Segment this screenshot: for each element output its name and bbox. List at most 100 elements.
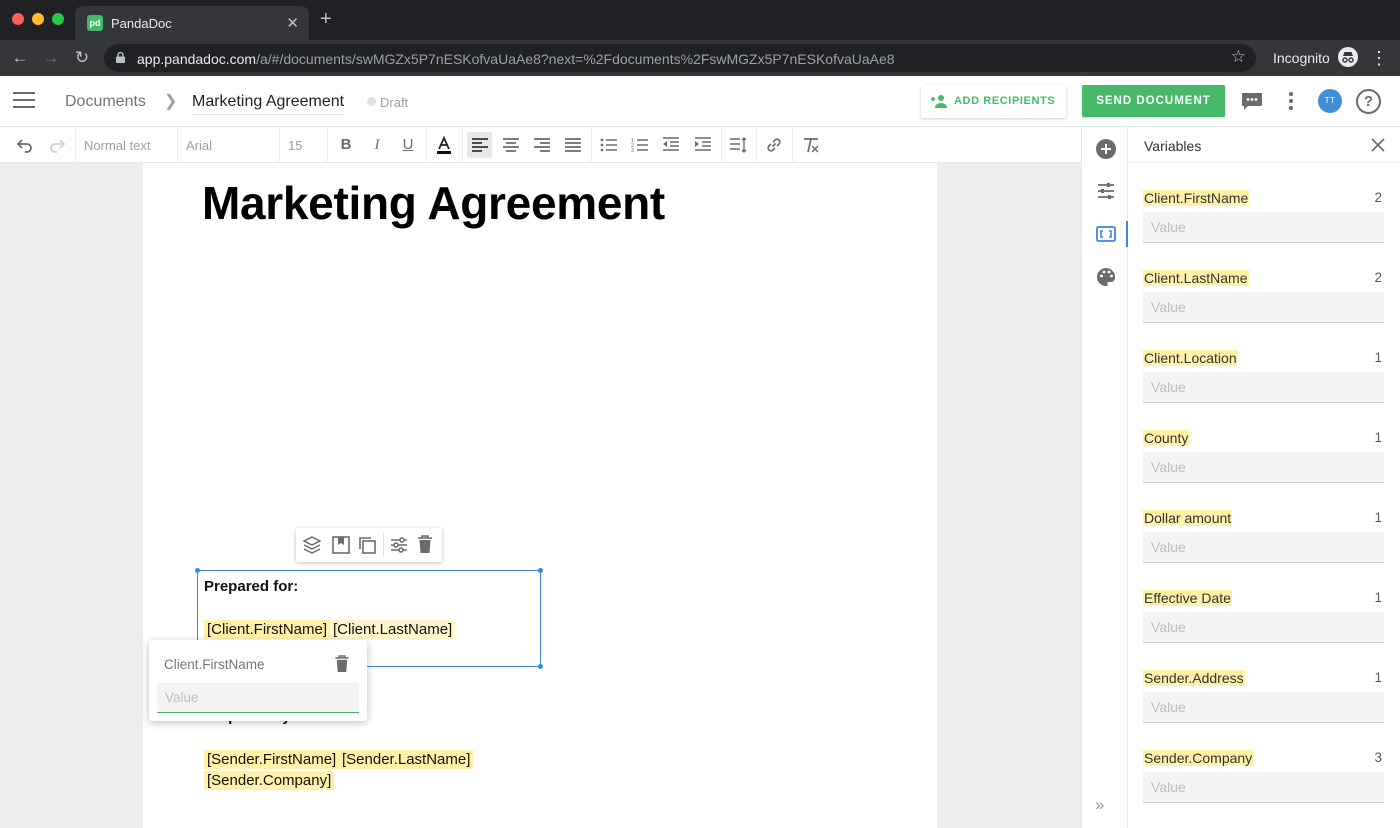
line-spacing-icon[interactable] bbox=[729, 136, 747, 154]
window-zoom-button[interactable] bbox=[52, 13, 64, 25]
svg-text:3: 3 bbox=[631, 148, 634, 154]
variable-value-input[interactable] bbox=[1143, 292, 1384, 323]
variable-token[interactable]: [Sender.LastName] bbox=[339, 750, 474, 769]
variables-icon[interactable] bbox=[1095, 223, 1117, 245]
bookmark-block-icon[interactable] bbox=[332, 535, 350, 555]
add-person-icon bbox=[931, 95, 947, 108]
variable-token[interactable]: [Client.FirstName] bbox=[204, 620, 331, 639]
document-canvas: Marketing Agreement Prepared for: [Clien… bbox=[0, 163, 1081, 828]
forward-icon[interactable]: → bbox=[39, 46, 63, 70]
bulleted-list-icon[interactable] bbox=[600, 136, 618, 154]
block-toolbar bbox=[296, 528, 442, 562]
variable-usage-count: 1 bbox=[1374, 510, 1382, 525]
popover-variable-name: Client.FirstName bbox=[164, 657, 265, 672]
outdent-icon[interactable] bbox=[662, 136, 680, 154]
browser-tab[interactable]: pd PandaDoc ✕ bbox=[75, 6, 309, 40]
resize-handle[interactable] bbox=[195, 568, 200, 573]
lock-icon bbox=[116, 52, 125, 63]
font-family-select[interactable]: Arial bbox=[186, 138, 212, 153]
italic-icon[interactable]: I bbox=[368, 136, 386, 154]
bookmark-star-icon[interactable]: ☆ bbox=[1231, 47, 1246, 67]
add-content-icon[interactable] bbox=[1095, 138, 1117, 160]
add-recipients-button[interactable]: ADD RECIPIENTS bbox=[921, 85, 1066, 118]
undo-icon[interactable] bbox=[16, 136, 34, 154]
toolbar-divider bbox=[792, 127, 793, 163]
new-tab-icon[interactable]: + bbox=[320, 9, 332, 29]
align-right-icon[interactable] bbox=[533, 136, 551, 154]
variable-value-input[interactable] bbox=[1143, 452, 1384, 483]
variable-token[interactable]: [Client.LastName] bbox=[330, 620, 456, 639]
url-host: app.pandadoc.com bbox=[137, 51, 257, 67]
variable-value-input[interactable] bbox=[1143, 212, 1384, 243]
back-icon[interactable]: ← bbox=[8, 46, 32, 70]
incognito-icon[interactable] bbox=[1338, 47, 1358, 67]
layers-icon[interactable] bbox=[302, 535, 322, 555]
align-center-icon[interactable] bbox=[502, 136, 520, 154]
variable-usage-count: 1 bbox=[1374, 350, 1382, 365]
popover-value-input[interactable] bbox=[157, 683, 359, 713]
address-bar[interactable]: app.pandadoc.com/a/#/documents/swMGZx5P7… bbox=[104, 44, 1256, 72]
resize-handle[interactable] bbox=[538, 664, 543, 669]
text-style-select[interactable]: Normal text bbox=[84, 138, 150, 153]
comments-icon[interactable] bbox=[1241, 92, 1263, 110]
block-toolbar-divider bbox=[383, 533, 384, 557]
variable-value-input[interactable] bbox=[1143, 532, 1384, 563]
browser-menu-icon[interactable]: ⋮ bbox=[1370, 46, 1388, 70]
tab-title: PandaDoc bbox=[111, 16, 172, 31]
align-justify-icon[interactable] bbox=[564, 136, 582, 154]
underline-icon[interactable]: U bbox=[399, 136, 417, 154]
document-title-field[interactable]: Marketing Agreement bbox=[192, 93, 345, 115]
sidebar-rail: » bbox=[1081, 127, 1128, 828]
collapse-panel-icon[interactable]: » bbox=[1095, 795, 1105, 815]
variable-name: Sender.Address bbox=[1143, 670, 1245, 686]
trash-icon[interactable] bbox=[417, 535, 433, 554]
send-document-button[interactable]: SEND DOCUMENT bbox=[1082, 85, 1225, 117]
close-icon[interactable] bbox=[1370, 137, 1386, 153]
palette-icon[interactable] bbox=[1095, 266, 1117, 288]
variable-value-input[interactable] bbox=[1143, 692, 1384, 723]
prepared-for-label: Prepared for: bbox=[204, 578, 299, 595]
toolbar-divider bbox=[279, 127, 280, 163]
variable-value-input[interactable] bbox=[1143, 372, 1384, 403]
variable-name: Client.FirstName bbox=[1143, 190, 1250, 206]
variable-token[interactable]: [Sender.FirstName] bbox=[204, 750, 340, 769]
clear-formatting-icon[interactable] bbox=[802, 136, 820, 154]
trash-icon[interactable] bbox=[334, 655, 350, 673]
variable-value-popover: Client.FirstName bbox=[149, 640, 367, 721]
add-recipients-label: ADD RECIPIENTS bbox=[954, 95, 1056, 107]
font-size-select[interactable]: 15 bbox=[288, 138, 302, 153]
variable-name: Sender.Company bbox=[1143, 750, 1254, 766]
reload-icon[interactable]: ↻ bbox=[70, 46, 94, 70]
block-settings-icon[interactable] bbox=[389, 535, 409, 555]
link-icon[interactable] bbox=[765, 136, 783, 154]
variable-name: Client.Location bbox=[1143, 350, 1238, 366]
variable-usage-count: 2 bbox=[1374, 270, 1382, 285]
variable-token[interactable]: [Sender.Company] bbox=[204, 771, 335, 790]
menu-icon[interactable] bbox=[13, 92, 35, 110]
variable-value-input[interactable] bbox=[1143, 772, 1384, 803]
help-icon[interactable]: ? bbox=[1356, 89, 1381, 114]
variable-usage-count: 1 bbox=[1374, 430, 1382, 445]
align-left-icon[interactable] bbox=[471, 136, 489, 154]
url-path: /a/#/documents/swMGZx5P7nESKofvaUaAe8?ne… bbox=[256, 51, 895, 67]
status-dot-icon bbox=[367, 97, 376, 106]
more-options-icon[interactable] bbox=[1286, 90, 1296, 112]
text-color-icon[interactable] bbox=[435, 136, 453, 154]
tab-close-icon[interactable]: ✕ bbox=[286, 14, 299, 32]
numbered-list-icon[interactable]: 123 bbox=[631, 136, 649, 154]
window-minimize-button[interactable] bbox=[32, 13, 44, 25]
variable-value-input[interactable] bbox=[1143, 612, 1384, 643]
browser-tab-strip: pd PandaDoc ✕ + bbox=[0, 0, 1400, 40]
duplicate-icon[interactable] bbox=[357, 535, 377, 555]
toolbar-divider bbox=[75, 127, 76, 163]
bold-icon[interactable]: B bbox=[337, 136, 355, 154]
user-avatar[interactable]: TT bbox=[1318, 89, 1342, 113]
redo-icon[interactable] bbox=[48, 136, 66, 154]
breadcrumb-documents[interactable]: Documents bbox=[65, 93, 146, 111]
document-settings-icon[interactable] bbox=[1095, 180, 1117, 202]
resize-handle[interactable] bbox=[538, 568, 543, 573]
indent-icon[interactable] bbox=[694, 136, 712, 154]
document-heading[interactable]: Marketing Agreement bbox=[202, 176, 665, 230]
toolbar-divider bbox=[426, 127, 427, 163]
window-close-button[interactable] bbox=[12, 13, 24, 25]
